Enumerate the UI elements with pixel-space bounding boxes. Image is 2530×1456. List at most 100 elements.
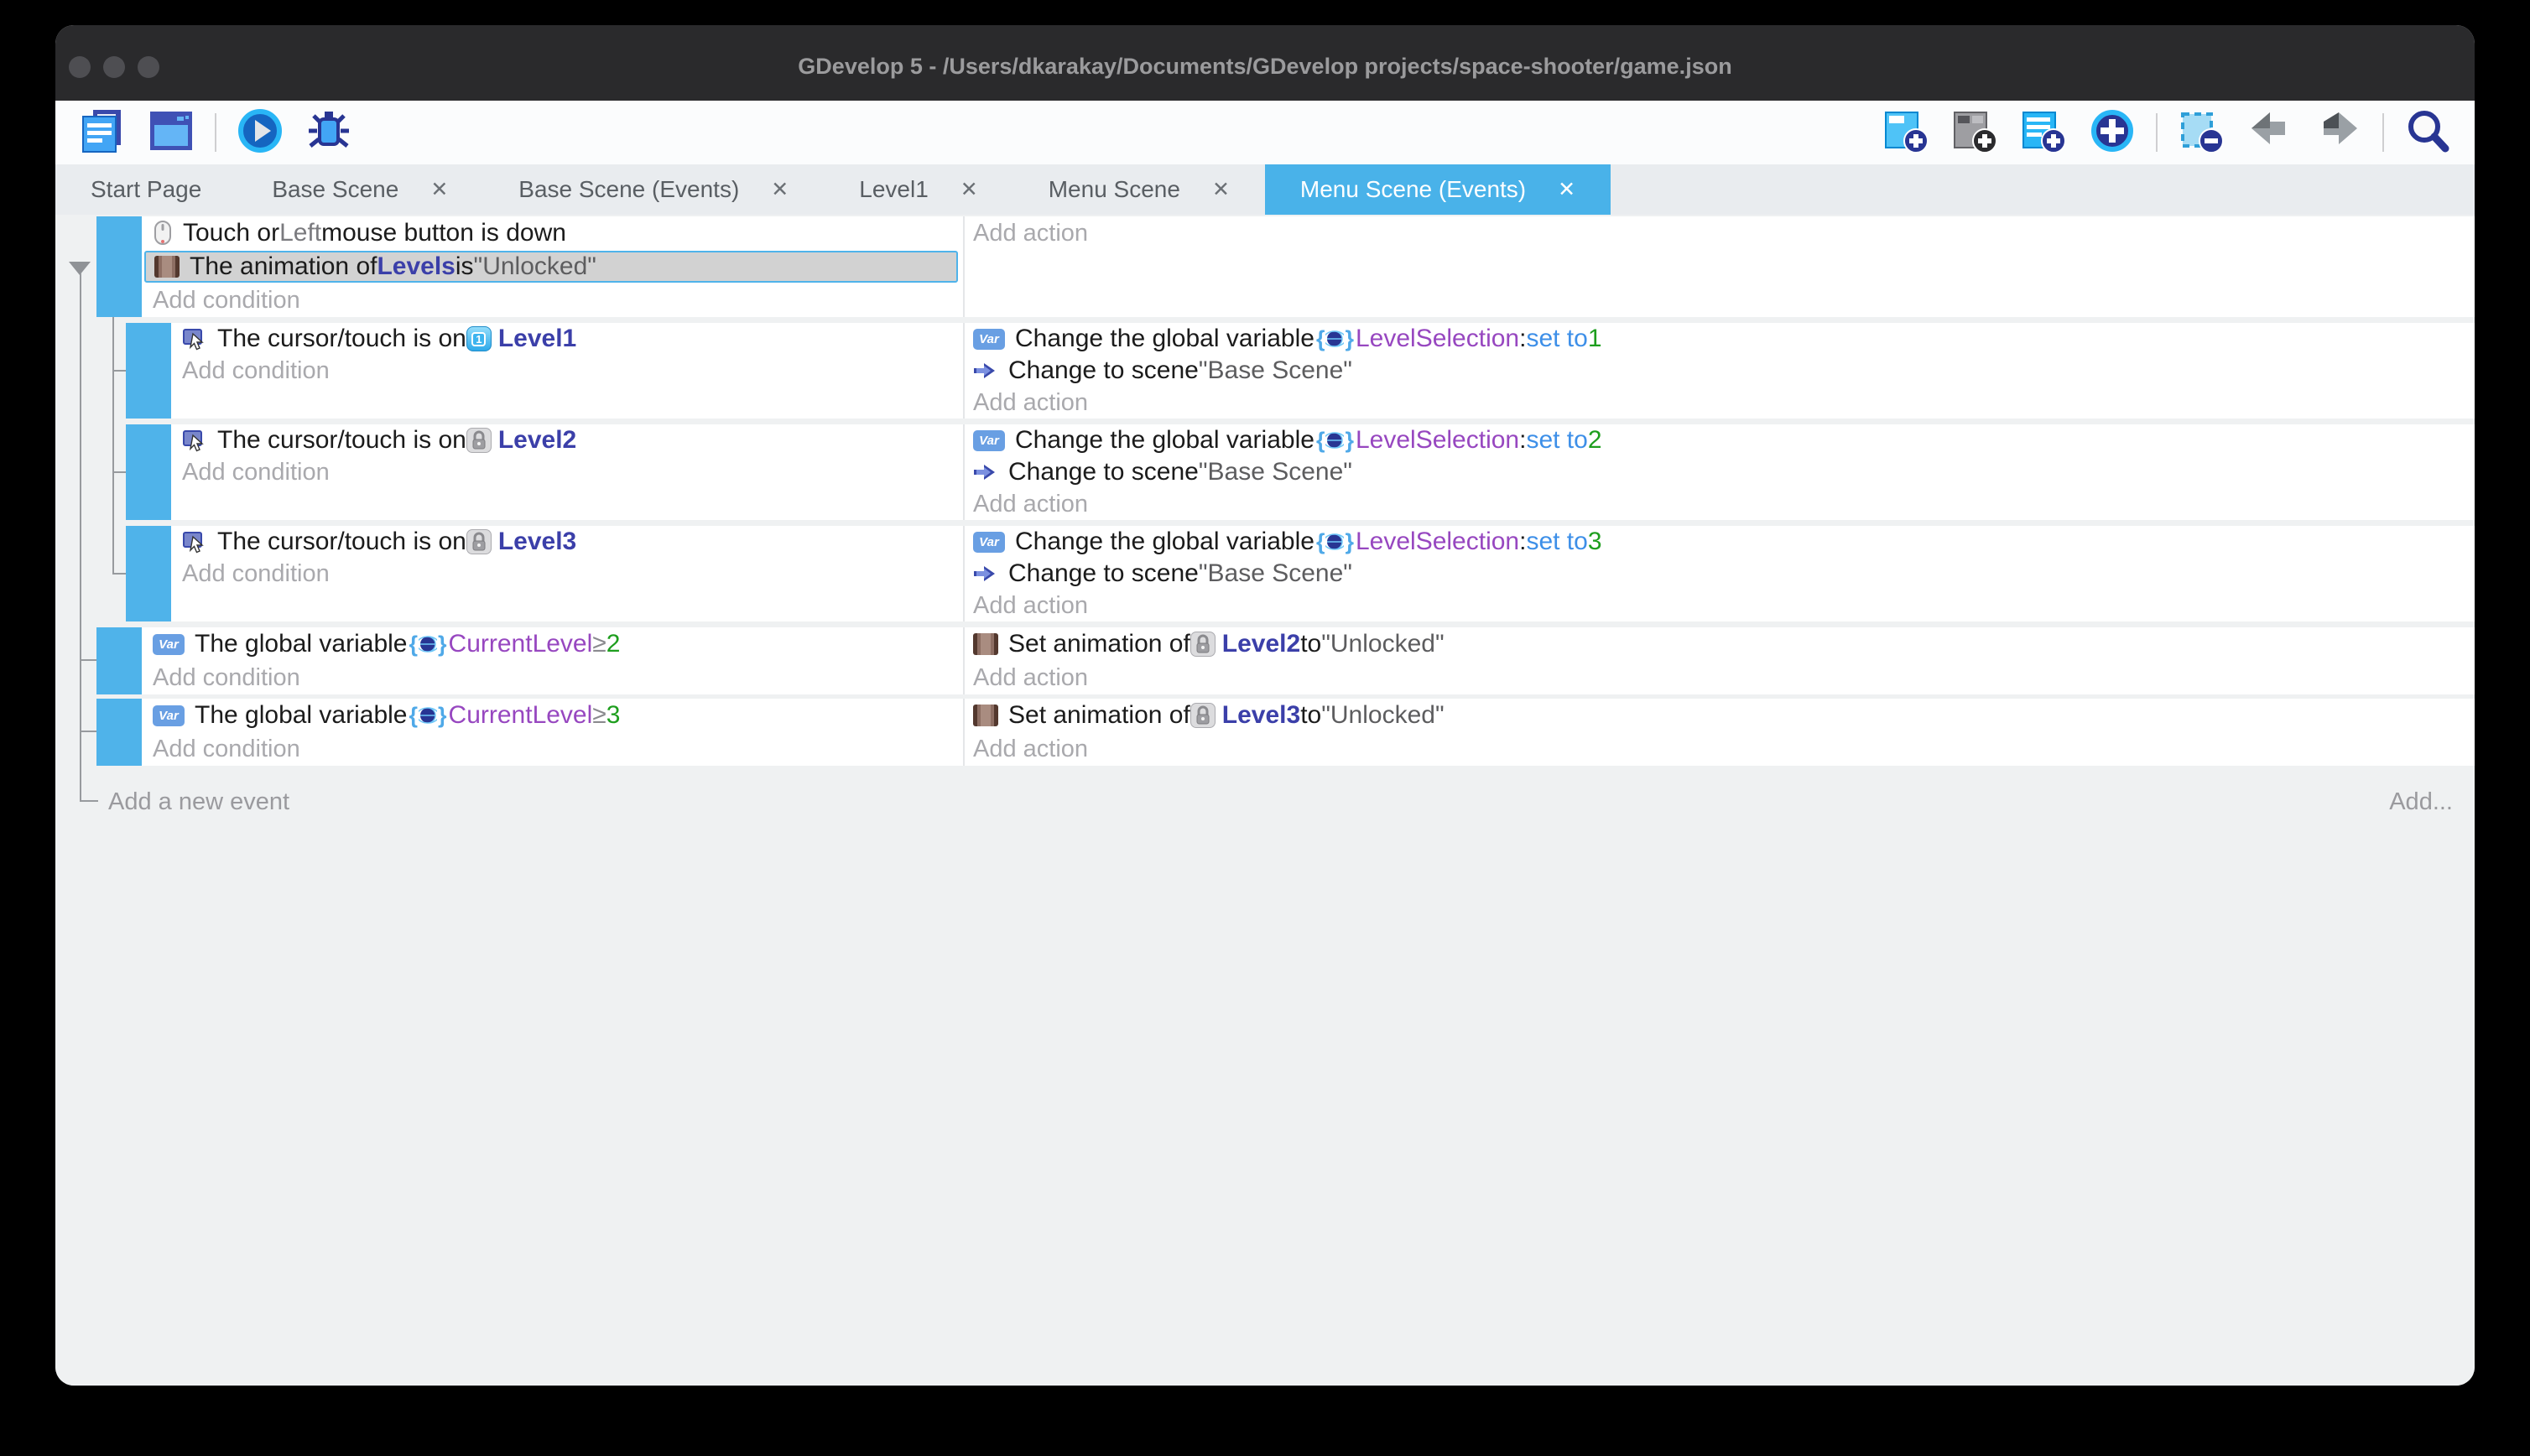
conditions-column: Var The global variable CurrentLevel ≥ 2…	[144, 627, 963, 694]
action-text: to	[1300, 630, 1321, 658]
delete-selection-button[interactable]	[2178, 109, 2225, 156]
variable-icon: Var	[973, 329, 1005, 350]
add-condition-link[interactable]: Add condition	[144, 661, 963, 694]
close-button[interactable]	[69, 56, 91, 78]
condition-row[interactable]: Var The global variable CurrentLevel ≥ 3	[144, 699, 963, 732]
tab-base-scene-events[interactable]: Base Scene (Events)	[483, 164, 824, 215]
event-drag-bar[interactable]	[96, 627, 142, 694]
condition-text: The animation of	[190, 252, 377, 281]
lock-icon	[1190, 632, 1216, 657]
add-action-link[interactable]: Add action	[965, 661, 2475, 694]
condition-row[interactable]: The cursor/touch is on Level2	[174, 424, 963, 456]
event-block: The cursor/touch is on Level3 Add condit…	[126, 526, 2475, 621]
actions-column: Var Change the global variable LevelSele…	[963, 323, 2475, 419]
variable-link: LevelSelection	[1356, 325, 1519, 353]
toolbar-separator	[2382, 113, 2384, 152]
tab-close-icon[interactable]	[960, 179, 978, 200]
cursor-icon	[182, 428, 207, 453]
redo-button[interactable]	[2315, 109, 2362, 156]
add-event-button[interactable]	[1882, 109, 1929, 156]
tab-base-scene[interactable]: Base Scene	[237, 164, 483, 215]
action-row[interactable]: Var Change the global variable LevelSele…	[965, 424, 2475, 456]
condition-row[interactable]: Var The global variable CurrentLevel ≥ 2	[144, 627, 963, 661]
event-drag-bar[interactable]	[96, 699, 142, 766]
action-row[interactable]: Change to scene "Base Scene"	[965, 558, 2475, 590]
add-action-link[interactable]: Add action	[965, 216, 2475, 250]
add-condition-link[interactable]: Add condition	[144, 732, 963, 766]
tab-menu-scene[interactable]: Menu Scene	[1013, 164, 1265, 215]
variable-link: LevelSelection	[1356, 528, 1519, 556]
project-manager-button[interactable]	[79, 109, 126, 156]
add-new-event-link[interactable]: Add a new event	[108, 787, 289, 817]
global-variable-icon	[409, 632, 447, 658]
add-condition-link[interactable]: Add condition	[144, 283, 963, 317]
tab-close-icon[interactable]	[1212, 179, 1230, 200]
event-drag-bar[interactable]	[126, 323, 171, 419]
event-block: Var The global variable CurrentLevel ≥ 2…	[96, 627, 2475, 694]
add-action-link[interactable]: Add action	[965, 488, 2475, 520]
debug-button[interactable]	[305, 109, 352, 156]
action-row[interactable]: Set animation of Level3 to "Unlocked"	[965, 699, 2475, 732]
traffic-lights	[69, 56, 159, 78]
action-text: Change the global variable	[1015, 325, 1314, 353]
tab-menu-scene-events[interactable]: Menu Scene (Events)	[1265, 164, 1611, 215]
add-other-button[interactable]	[2089, 109, 2136, 156]
tab-label: Menu Scene (Events)	[1300, 176, 1526, 203]
object-link: Level2	[498, 426, 576, 455]
condition-text: The cursor/touch is on	[217, 426, 466, 455]
string-value: "Base Scene"	[1199, 458, 1352, 486]
variable-link: CurrentLevel	[449, 630, 593, 658]
action-text: Set animation of	[1008, 701, 1190, 730]
action-row[interactable]: Change to scene "Base Scene"	[965, 456, 2475, 488]
tab-start-page[interactable]: Start Page	[55, 164, 237, 215]
add-action-link[interactable]: Add action	[965, 732, 2475, 766]
action-row[interactable]: Var Change the global variable LevelSele…	[965, 526, 2475, 558]
cursor-icon	[182, 326, 207, 351]
condition-row[interactable]: The cursor/touch is on 1 Level1	[174, 323, 963, 355]
event-drag-bar[interactable]	[126, 526, 171, 621]
minimize-button[interactable]	[103, 56, 125, 78]
condition-text: Touch or	[183, 219, 279, 247]
tree-line	[80, 800, 98, 802]
action-row[interactable]: Var Change the global variable LevelSele…	[965, 323, 2475, 355]
add-ellipsis-link[interactable]: Add...	[2389, 787, 2453, 817]
actions-column: Set animation of Level2 to "Unlocked" Ad…	[963, 627, 2475, 694]
value-number: 3	[1588, 528, 1602, 556]
global-variable-icon	[1316, 529, 1354, 555]
add-action-link[interactable]: Add action	[965, 590, 2475, 621]
tab-close-icon[interactable]	[430, 179, 448, 200]
event-drag-bar[interactable]	[126, 424, 171, 520]
tree-line	[112, 317, 114, 574]
condition-row[interactable]: Touch or Left mouse button is down	[144, 216, 963, 250]
add-condition-link[interactable]: Add condition	[174, 355, 963, 387]
animation-icon	[973, 705, 998, 726]
value-number: 2	[606, 630, 621, 658]
action-row[interactable]: Change to scene "Base Scene"	[965, 355, 2475, 387]
tab-close-icon[interactable]	[771, 179, 789, 200]
add-sub-event-button[interactable]	[1951, 109, 1998, 156]
zoom-button[interactable]	[138, 56, 159, 78]
search-button[interactable]	[2404, 109, 2451, 156]
tab-level1[interactable]: Level1	[824, 164, 1013, 215]
scene-editor-button[interactable]	[148, 109, 195, 156]
undo-button[interactable]	[2246, 109, 2293, 156]
action-text: :	[1519, 528, 1526, 556]
add-action-link[interactable]: Add action	[965, 387, 2475, 419]
event-sheet[interactable]: Touch or Left mouse button is down The a…	[55, 215, 2475, 1386]
action-row[interactable]: Set animation of Level2 to "Unlocked"	[965, 627, 2475, 661]
string-value: "Unlocked"	[1321, 701, 1444, 730]
tab-close-icon[interactable]	[1558, 179, 1575, 200]
debug-bug-icon	[305, 107, 352, 159]
preview-button[interactable]	[237, 109, 284, 156]
tree-line	[80, 659, 98, 661]
add-condition-link[interactable]: Add condition	[174, 456, 963, 488]
change-scene-icon	[973, 462, 998, 482]
event-block: The cursor/touch is on 1 Level1 Add cond…	[126, 323, 2475, 419]
add-comment-button[interactable]	[2020, 109, 2067, 156]
condition-row[interactable]: The cursor/touch is on Level3	[174, 526, 963, 558]
condition-row-selected[interactable]: The animation of Levels is "Unlocked"	[144, 251, 958, 283]
add-condition-link[interactable]: Add condition	[174, 558, 963, 590]
string-value: "Unlocked"	[1321, 630, 1444, 658]
event-drag-bar[interactable]	[96, 216, 142, 317]
level-badge-number: 1	[471, 332, 486, 346]
